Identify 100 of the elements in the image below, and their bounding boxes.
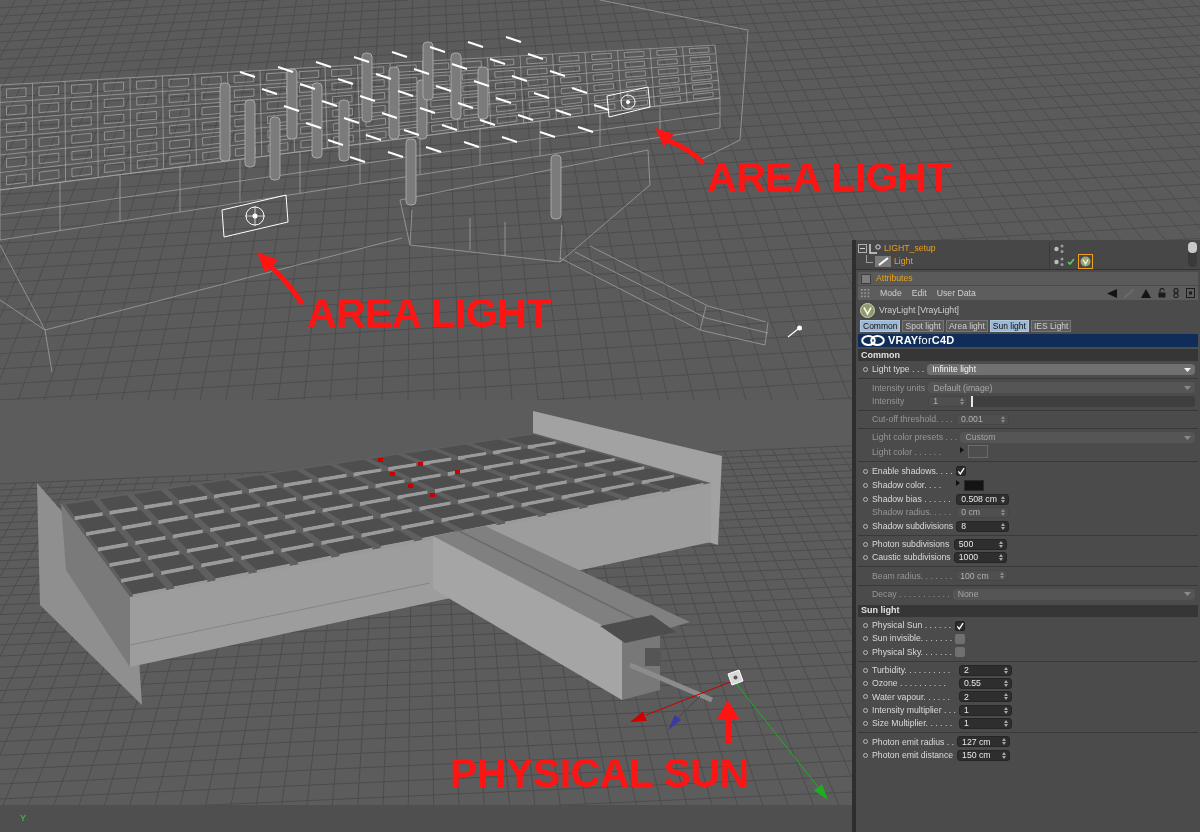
expand-arrow-icon[interactable]: [956, 480, 961, 487]
number-field[interactable]: 0.508 cm: [956, 493, 1010, 505]
lock-icon[interactable]: [1158, 288, 1166, 298]
section-header[interactable]: Common: [858, 349, 1198, 361]
spinner-arrows-icon[interactable]: [998, 554, 1003, 562]
field-label: Water vapour. . . . . .: [872, 692, 951, 702]
up-arrow-icon[interactable]: [1141, 288, 1151, 298]
color-swatch[interactable]: [964, 479, 985, 491]
panel-toggle-icon[interactable]: [861, 273, 871, 284]
expander-icon[interactable]: [858, 244, 867, 253]
spinner-arrows-icon[interactable]: [998, 540, 1003, 548]
spinner-arrows-icon[interactable]: [1002, 751, 1007, 759]
field-label: Intensity: [872, 396, 906, 406]
back-arrow-icon[interactable]: [1107, 288, 1117, 298]
checkbox[interactable]: [955, 633, 966, 644]
number-field[interactable]: 1: [959, 704, 1012, 716]
field-label: Size Multiplier. . . . . .: [872, 719, 954, 728]
light-strip: [343, 117, 360, 124]
light-strip: [457, 102, 474, 109]
expand-arrow-icon[interactable]: [960, 447, 965, 453]
light-strip: [555, 109, 572, 116]
light-strip: [413, 68, 430, 75]
pillar: [244, 99, 256, 168]
scrollbar[interactable]: [1188, 242, 1197, 267]
light-strip: [463, 141, 480, 148]
light-strip: [419, 107, 436, 114]
slider-track[interactable]: [971, 395, 1195, 407]
number-field[interactable]: 0.55: [959, 678, 1012, 690]
number-field[interactable]: 1: [959, 718, 1012, 730]
menu-item[interactable]: Edit: [907, 288, 931, 298]
visibility-dots-icon[interactable]: [1054, 257, 1064, 266]
spinner-arrows-icon[interactable]: [1004, 693, 1008, 701]
checkbox[interactable]: [956, 466, 967, 477]
light-strip: [511, 75, 528, 82]
light-strip: [403, 129, 420, 136]
field-label: Shadow radius. . . . .: [872, 508, 953, 518]
light-strip: [391, 51, 408, 58]
tab[interactable]: IES Light: [1030, 320, 1072, 332]
light-marker-icon[interactable]: [787, 325, 802, 338]
menu-item[interactable]: User Data: [932, 288, 980, 298]
checkbox[interactable]: [955, 620, 966, 631]
area-light-gizmo[interactable]: [606, 86, 651, 118]
window-icon[interactable]: [1186, 288, 1195, 298]
field-label: Light type . . .: [872, 365, 925, 374]
pillar: [286, 68, 298, 140]
area-light-gizmo[interactable]: [221, 194, 289, 238]
field-label: Turbidity. . . . . . . . . .: [872, 666, 952, 675]
grip-icon[interactable]: [861, 288, 870, 298]
spinner-arrows-icon[interactable]: [1001, 522, 1006, 530]
light-strip: [359, 95, 376, 102]
number-field[interactable]: 2: [959, 691, 1012, 703]
tab[interactable]: Area light: [945, 320, 988, 332]
axis-label: Y: [20, 814, 26, 823]
number-field[interactable]: 500: [953, 538, 1007, 550]
loop-logo-icon: [861, 335, 885, 346]
section-header[interactable]: Sun light: [858, 604, 1198, 617]
number-field[interactable]: 8: [956, 520, 1010, 532]
check-icon[interactable]: [1067, 258, 1075, 265]
dropdown-arrow-icon: [1184, 435, 1191, 440]
spinner-arrows-icon[interactable]: [1004, 706, 1008, 714]
menu-item[interactable]: Mode: [876, 288, 906, 298]
field-label: Physical Sun . . . . . .: [872, 621, 953, 630]
object-name[interactable]: LIGHT_setup: [884, 244, 1049, 253]
field-label: Photon emit distance: [872, 750, 955, 760]
tab[interactable]: Spot light: [902, 320, 944, 332]
number-field[interactable]: 127 cm: [957, 736, 1011, 748]
spinner-arrows-icon[interactable]: [1004, 666, 1008, 674]
sun-light-gizmo[interactable]: [727, 669, 744, 686]
spinner-arrows-icon[interactable]: [1001, 495, 1006, 503]
light-strip: [435, 85, 452, 92]
double-ring-icon[interactable]: [1173, 288, 1179, 298]
spinner-arrows-icon[interactable]: [1002, 738, 1007, 746]
tab[interactable]: Common: [860, 320, 901, 332]
spinner-arrows-icon[interactable]: [1004, 720, 1008, 728]
light-strip: [387, 151, 404, 158]
field-label: Shadow subdivisions: [872, 521, 954, 531]
pillar: [361, 52, 373, 123]
light-strip: [533, 92, 550, 99]
dropdown-arrow-icon: [1184, 592, 1191, 597]
scrollbar-thumb[interactable]: [1188, 242, 1197, 253]
light-strip: [479, 119, 496, 126]
field-label: Photon emit radius . .: [872, 737, 955, 747]
tab[interactable]: Sun light: [989, 320, 1029, 332]
object-name[interactable]: Light: [894, 257, 1049, 266]
number-field[interactable]: 2: [959, 664, 1012, 676]
visibility-dots-icon[interactable]: [1054, 244, 1064, 253]
number-field[interactable]: 1000: [953, 552, 1007, 564]
pillar: [422, 41, 434, 101]
tag-icon[interactable]: [1078, 254, 1093, 269]
pillar: [338, 99, 350, 162]
spinner-arrows-icon[interactable]: [1004, 680, 1008, 688]
field-label: Light color presets . . .: [872, 433, 958, 443]
light-strip: [261, 88, 278, 95]
checkbox[interactable]: [955, 647, 966, 658]
light-strip: [381, 112, 398, 119]
light-strip: [321, 100, 338, 107]
field-label: Light color . . . . . .: [872, 447, 943, 457]
dropdown[interactable]: Infinite light: [927, 364, 1195, 376]
logo-text: VRAYforC4D: [888, 335, 955, 346]
number-field[interactable]: 150 cm: [957, 749, 1011, 761]
